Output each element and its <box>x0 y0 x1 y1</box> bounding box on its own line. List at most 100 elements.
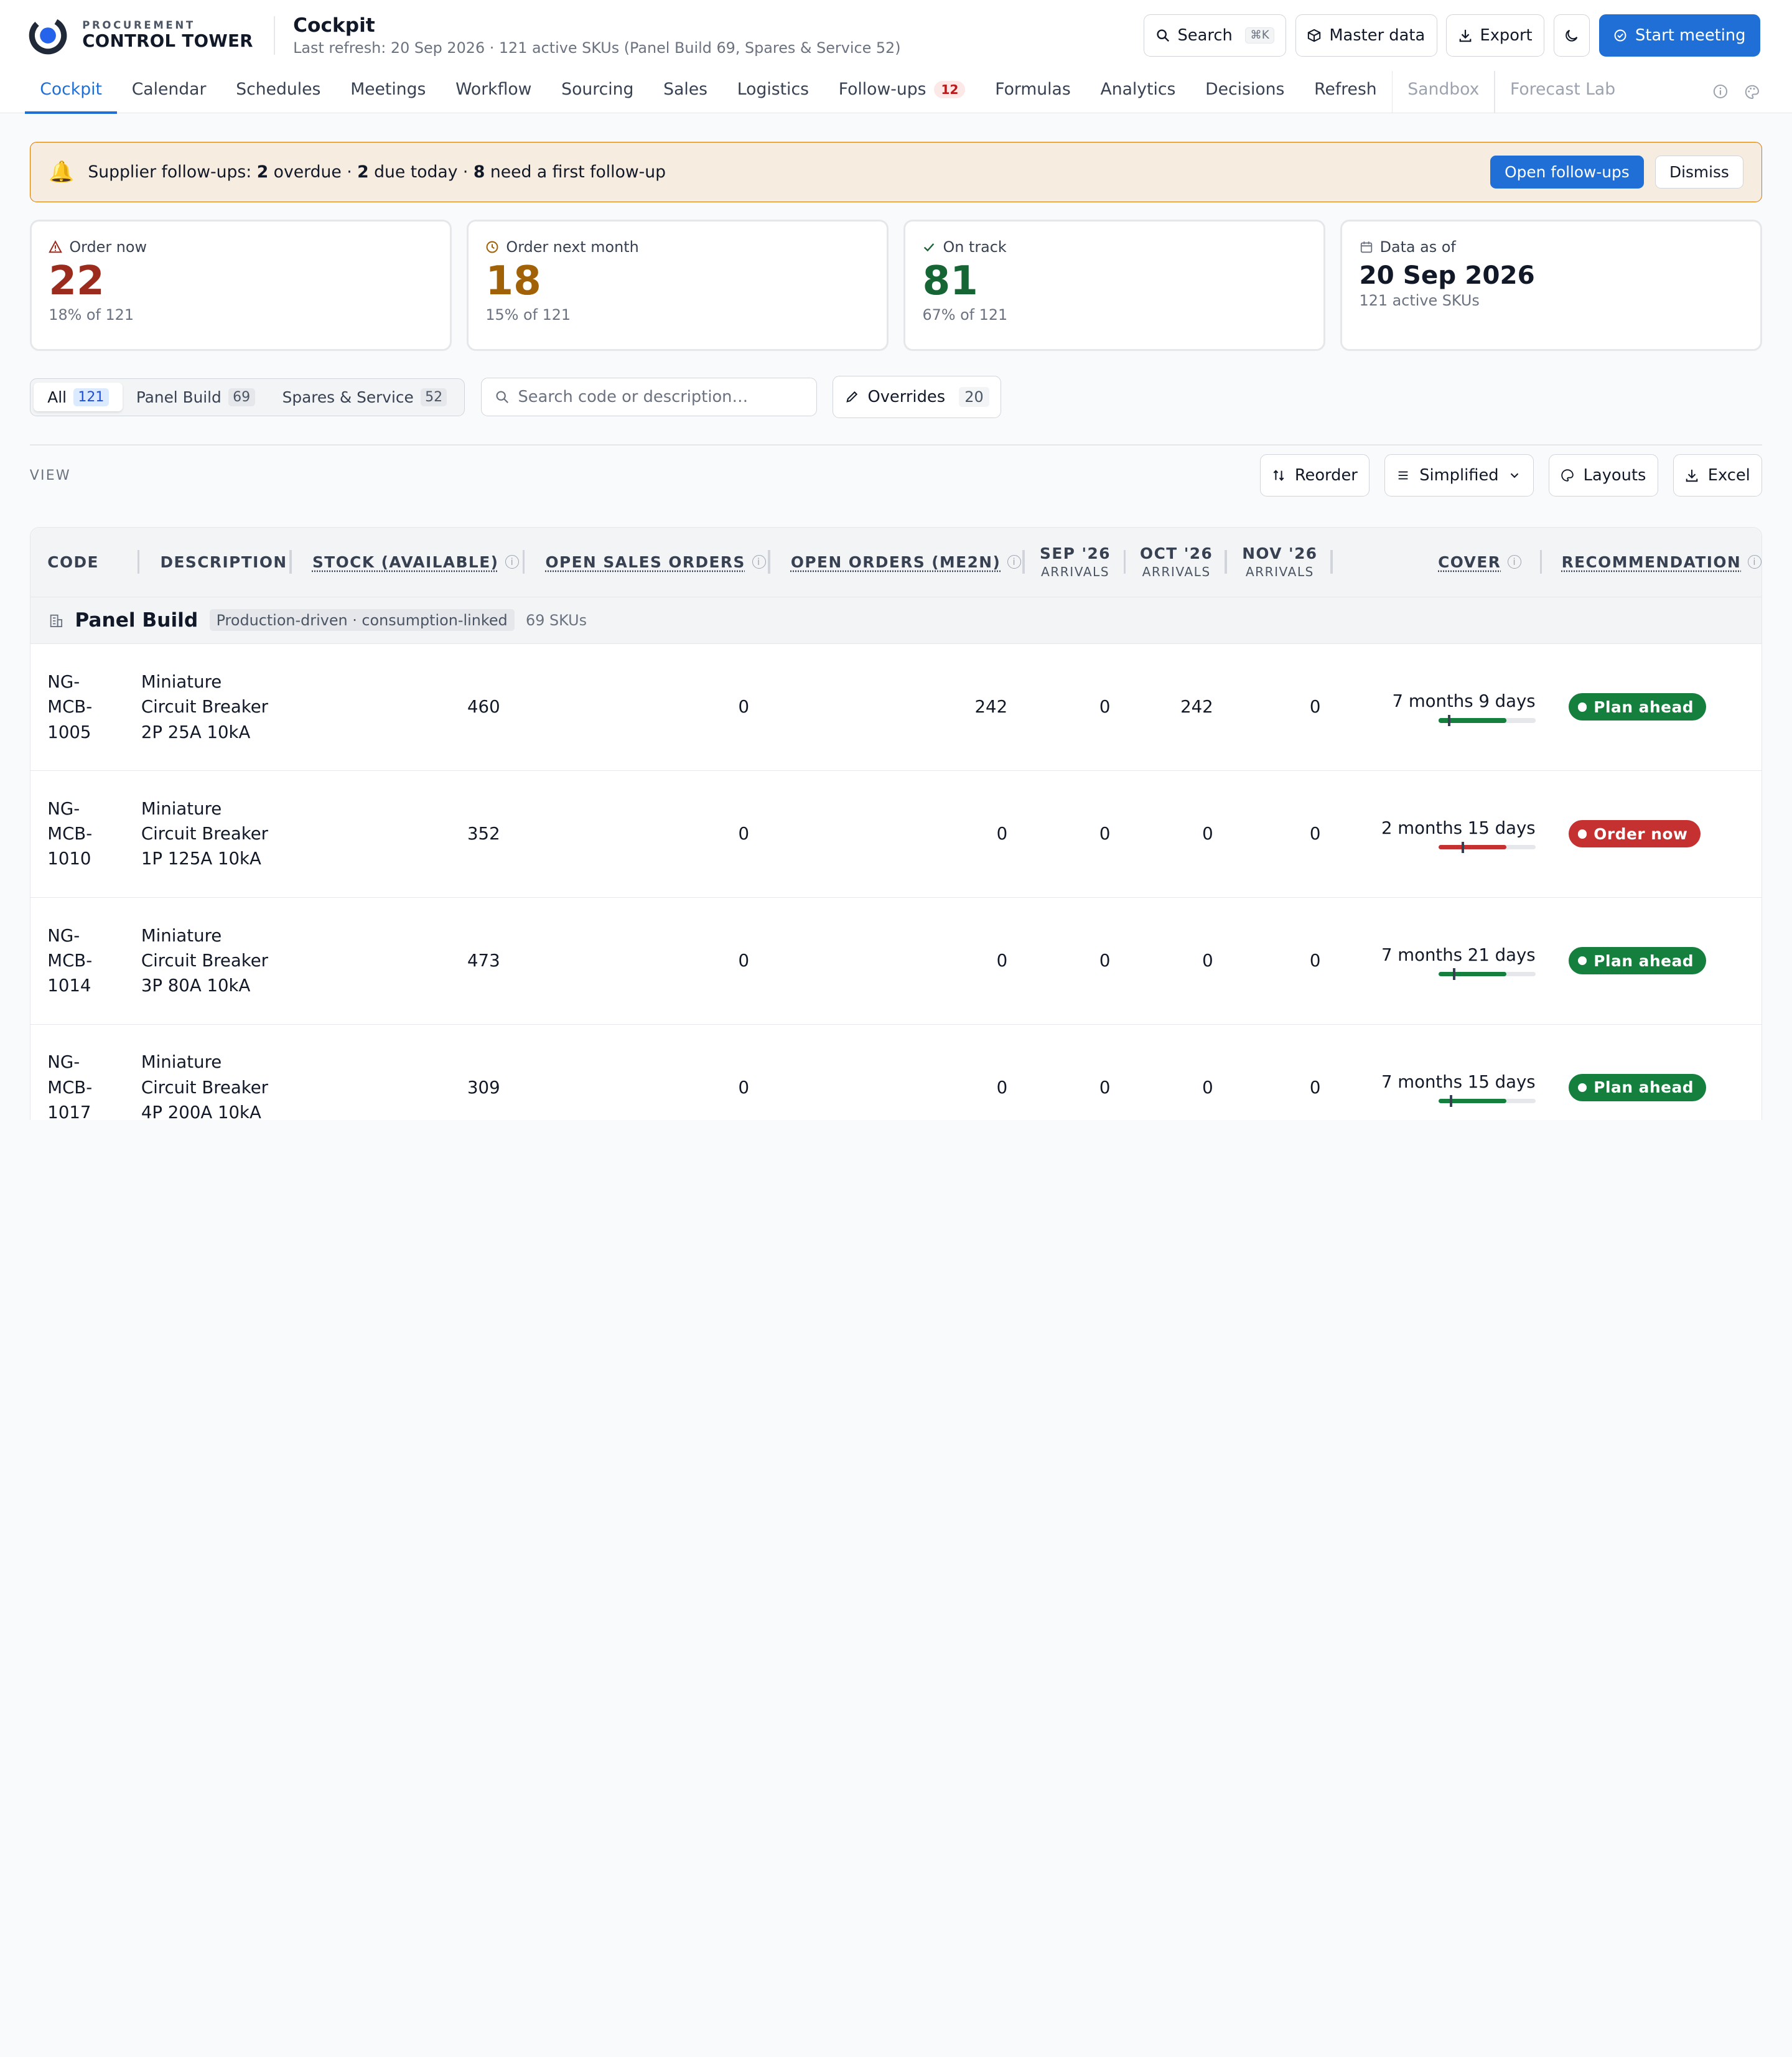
brand-subtitle: PROCUREMENT <box>82 19 195 32</box>
open-sales-value: 0 <box>738 951 750 971</box>
tab-decisions[interactable]: Decisions <box>1190 71 1299 113</box>
layouts-button[interactable]: Layouts <box>1548 454 1658 497</box>
cube-icon <box>1308 29 1321 42</box>
clock-icon <box>486 241 498 253</box>
tab-cockpit[interactable]: Cockpit <box>25 71 118 114</box>
master-data-label: Master data <box>1329 26 1426 45</box>
kpi-order-now[interactable]: Order now 22 18% of 121 <box>29 219 452 351</box>
cover-cell: 7 months 9 days <box>1337 644 1549 770</box>
calendar-icon <box>1360 241 1372 253</box>
nov-arrivals-value: 0 <box>1309 824 1321 844</box>
logo-mark-icon <box>29 16 67 55</box>
reorder-button[interactable]: Reorder <box>1259 454 1370 497</box>
tab-label: Sourcing <box>561 80 634 100</box>
master-data-button[interactable]: Master data <box>1295 14 1437 57</box>
open-orders-value: 242 <box>974 697 1008 717</box>
page-title: Cockpit <box>293 14 375 37</box>
info-icon[interactable]: i <box>505 555 520 569</box>
search-button-label: Search <box>1177 26 1233 45</box>
cover-bar-marker <box>1448 714 1450 727</box>
col-description[interactable]: DESCRIPTION <box>139 528 292 597</box>
overrides-button[interactable]: Overrides 20 <box>833 376 1002 419</box>
group-count: 69 SKUs <box>526 611 587 629</box>
kpi-label: Order now <box>69 238 147 256</box>
alert-overdue-text: overdue · <box>268 162 358 182</box>
kpi-sub: 67% of 121 <box>922 306 1008 324</box>
tab-label: Decisions <box>1205 80 1285 100</box>
col-sep-arrivals[interactable]: SEP '26 ARRIVALS <box>1025 528 1126 597</box>
col-nov-arrivals[interactable]: NOV '26 ARRIVALS <box>1227 528 1333 597</box>
tab-forecast-lab[interactable]: Forecast Lab <box>1495 71 1630 113</box>
kpi-sub: 18% of 121 <box>49 306 134 324</box>
tab-sandbox[interactable]: Sandbox <box>1393 71 1494 113</box>
kpi-value: 81 <box>922 257 978 304</box>
group-title: Panel Build <box>75 609 198 632</box>
tab-workflow[interactable]: Workflow <box>441 71 546 113</box>
follow-ups-count-badge: 12 <box>934 80 966 98</box>
export-button[interactable]: Export <box>1446 14 1544 57</box>
tab-label: Sales <box>663 80 708 100</box>
segment-spares-service[interactable]: Spares & Service 52 <box>269 383 461 411</box>
recommendation-badge[interactable]: Order now <box>1568 820 1701 848</box>
col-cover-label: COVER <box>1438 553 1501 571</box>
sku-code[interactable]: NG-MCB-1005 <box>30 644 123 770</box>
kpi-data-as-of: Data as of 20 Sep 2026 121 active SKUs <box>1340 219 1763 351</box>
open-follow-ups-button[interactable]: Open follow-ups <box>1490 155 1644 189</box>
theme-toggle-button[interactable] <box>1553 14 1590 57</box>
col-stock[interactable]: STOCK (AVAILABLE) i <box>292 528 525 597</box>
info-icon[interactable]: i <box>1508 555 1522 569</box>
tab-follow-ups[interactable]: Follow-ups 12 <box>824 71 981 113</box>
tab-logistics[interactable]: Logistics <box>722 71 824 113</box>
col-code[interactable]: CODE <box>30 528 140 597</box>
oct-arrivals-value: 0 <box>1202 824 1213 844</box>
table-row[interactable]: NG-MCB-1014 Miniature Circuit Breaker 3P … <box>30 898 1762 1025</box>
recommendation-badge[interactable]: Plan ahead <box>1568 947 1707 975</box>
col-open-sales-orders[interactable]: OPEN SALES ORDERS i <box>525 528 770 597</box>
info-icon[interactable]: i <box>1007 555 1022 569</box>
segment-all[interactable]: All 121 <box>34 383 123 412</box>
kpi-order-next-month[interactable]: Order next month 18 15% of 121 <box>466 219 889 351</box>
cover-value: 7 months 9 days <box>1392 691 1536 712</box>
sku-code[interactable]: NG-MCB-1014 <box>30 898 123 1024</box>
status-dot-icon <box>1577 1083 1587 1093</box>
cover-bar <box>1438 841 1536 853</box>
pencil-icon <box>846 391 857 403</box>
tab-analytics[interactable]: Analytics <box>1086 71 1191 113</box>
brand-logo[interactable]: PROCUREMENT CONTROL TOWER <box>27 15 253 56</box>
tab-sourcing[interactable]: Sourcing <box>546 71 648 113</box>
sep-arrivals-value: 0 <box>1099 951 1111 971</box>
excel-export-button[interactable]: Excel <box>1673 454 1763 497</box>
col-oct-arrivals[interactable]: OCT '26 ARRIVALS <box>1126 528 1227 597</box>
tab-calendar[interactable]: Calendar <box>117 71 221 113</box>
col-cover[interactable]: COVER i <box>1333 528 1542 597</box>
info-icon[interactable]: i <box>752 555 766 569</box>
info-icon[interactable] <box>1713 84 1728 99</box>
recommendation-badge[interactable]: Plan ahead <box>1568 1073 1707 1102</box>
recommendation-badge[interactable]: Plan ahead <box>1568 693 1707 721</box>
kpi-on-track[interactable]: On track 81 67% of 121 <box>903 219 1326 351</box>
segment-panel-build[interactable]: Panel Build 69 <box>123 383 269 411</box>
sku-code[interactable]: NG-MCB-1010 <box>30 771 123 897</box>
tab-schedules[interactable]: Schedules <box>221 71 335 113</box>
view-mode-select[interactable]: Simplified <box>1384 454 1534 497</box>
stock-value: 473 <box>467 951 500 971</box>
tab-sales[interactable]: Sales <box>648 71 722 113</box>
tab-formulas[interactable]: Formulas <box>980 71 1085 113</box>
col-open-orders[interactable]: OPEN ORDERS (ME2N) i <box>770 528 1025 597</box>
table-row[interactable]: NG-MCB-1005 Miniature Circuit Breaker 2P … <box>30 644 1762 771</box>
table-row[interactable]: NG-MCB-1017 Miniature Circuit Breaker 4P … <box>30 1025 1762 1120</box>
tab-meetings[interactable]: Meetings <box>335 71 441 113</box>
col-recommendation[interactable]: RECOMMENDATION i <box>1542 528 1762 597</box>
col-recommendation-label: RECOMMENDATION <box>1561 553 1742 571</box>
sku-search-input[interactable] <box>518 388 793 407</box>
dismiss-button[interactable]: Dismiss <box>1655 155 1743 189</box>
group-header-panel-build[interactable]: Panel Build Production-driven · consumpt… <box>30 597 1762 644</box>
col-nov-label: NOV '26 <box>1242 544 1318 562</box>
info-icon[interactable]: i <box>1748 555 1762 569</box>
tab-refresh[interactable]: Refresh <box>1299 71 1391 113</box>
table-row[interactable]: NG-MCB-1010 Miniature Circuit Breaker 1P … <box>30 771 1762 898</box>
search-button[interactable]: Search ⌘K <box>1144 14 1287 57</box>
palette-icon[interactable] <box>1744 84 1760 100</box>
sku-code[interactable]: NG-MCB-1017 <box>30 1025 123 1120</box>
start-meeting-button[interactable]: Start meeting <box>1599 14 1760 57</box>
